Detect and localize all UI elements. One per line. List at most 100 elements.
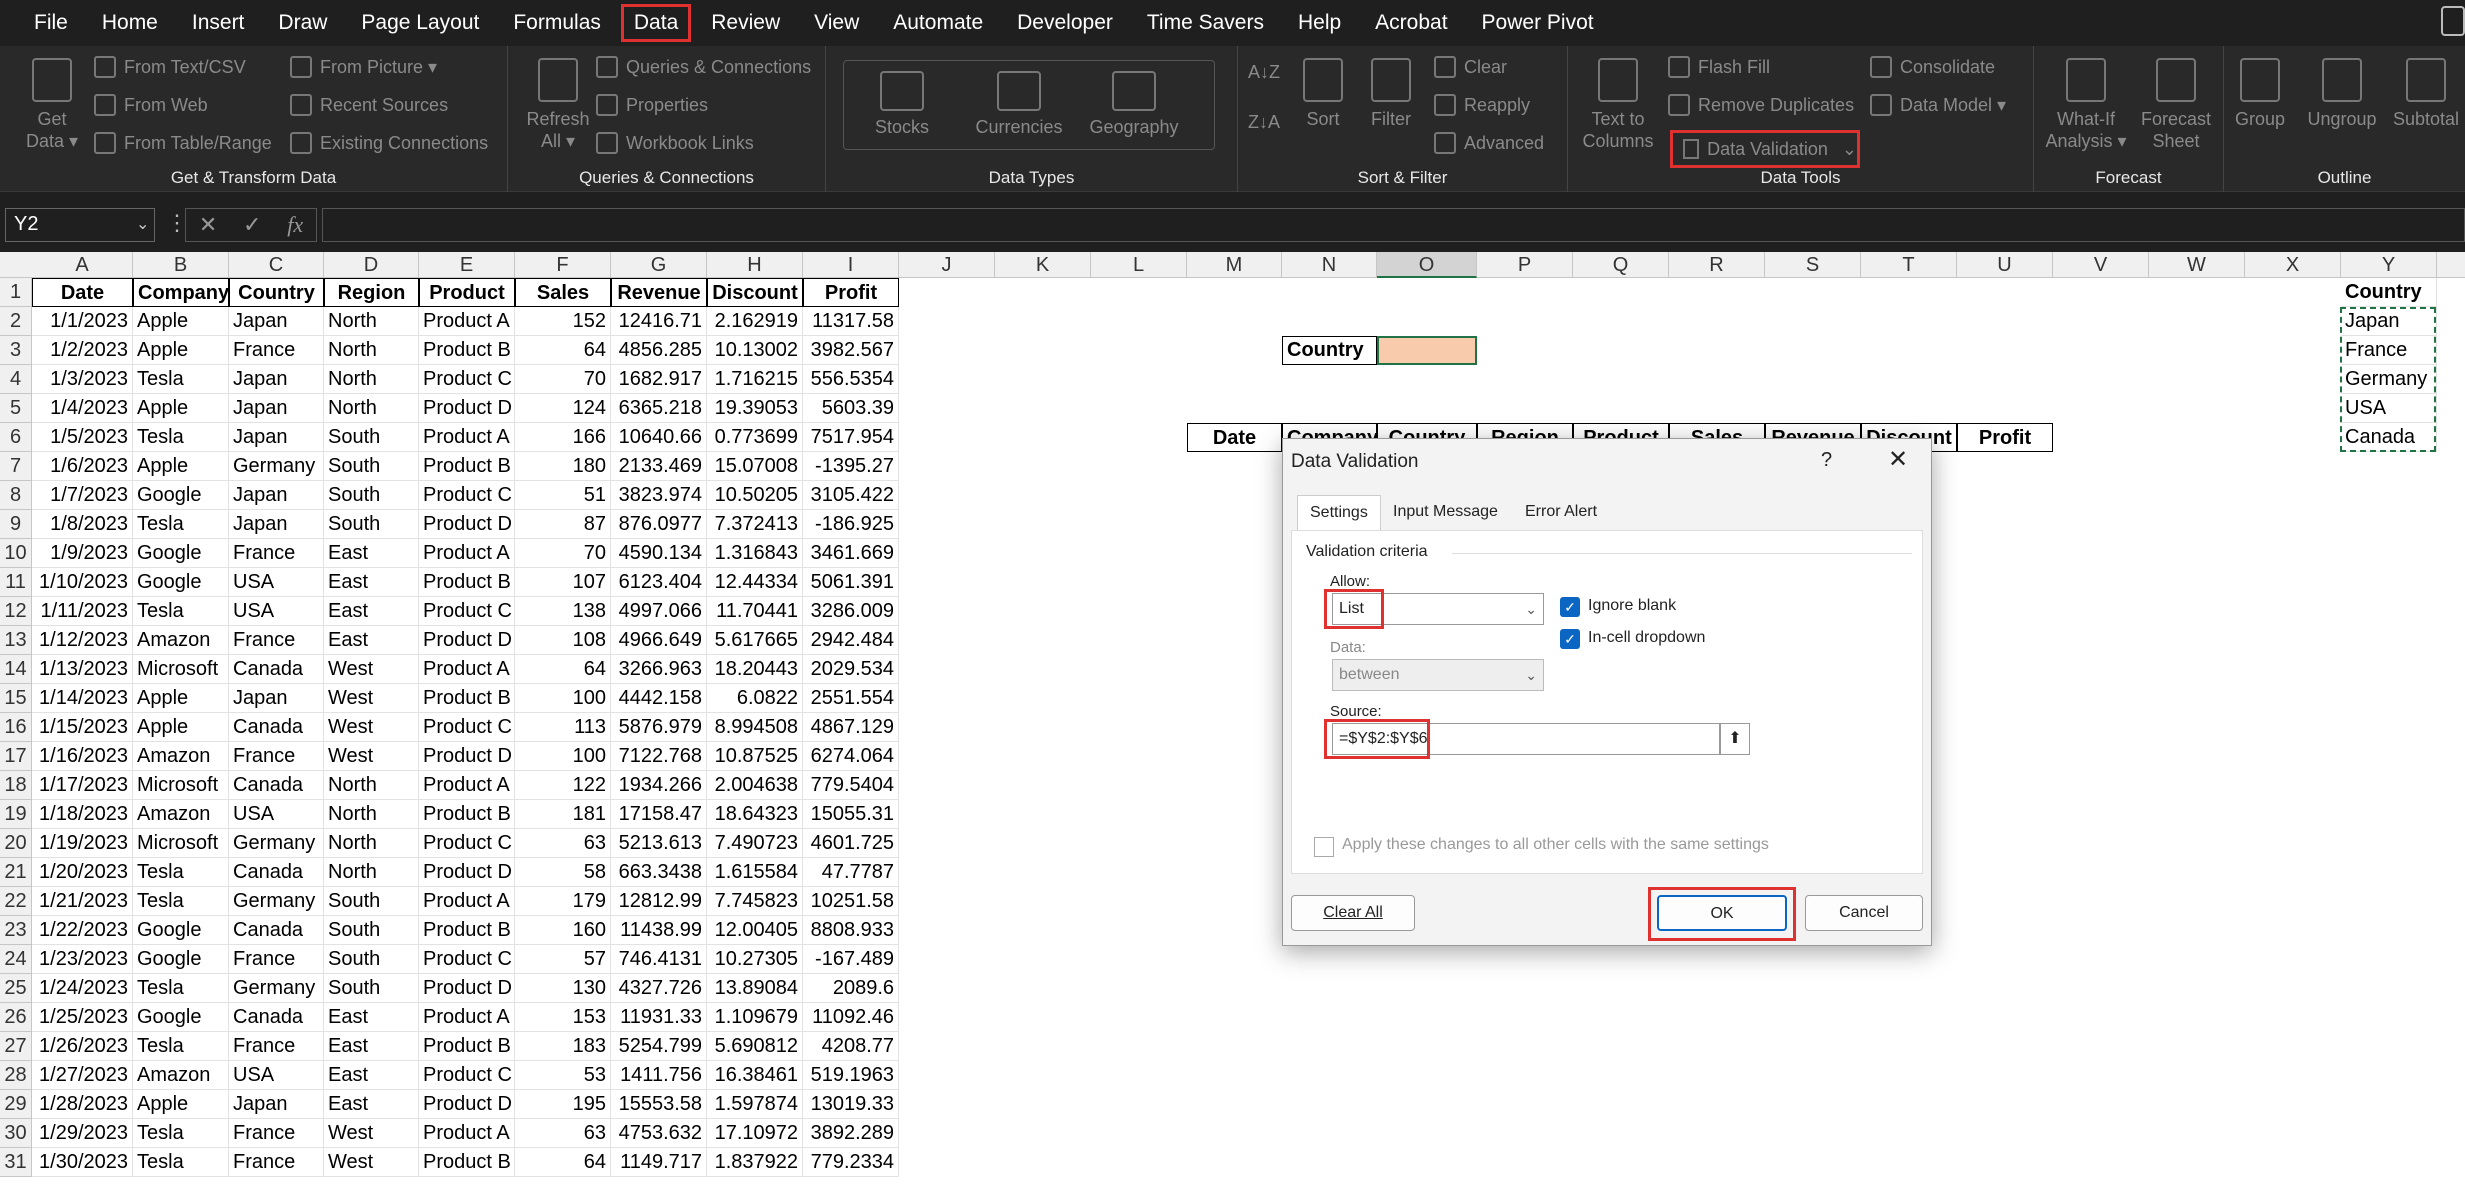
table-cell[interactable]: East [324,1032,419,1061]
text-to-columns-button[interactable]: Text to Columns [1578,58,1658,152]
apply-all-checkbox[interactable] [1314,837,1334,857]
table-cell[interactable]: 4867.129 [803,713,899,742]
table-cell[interactable]: Canada [229,655,324,684]
table-cell[interactable]: 17158.47 [611,800,707,829]
table-cell[interactable]: 2133.469 [611,452,707,481]
row-header[interactable]: 29 [0,1090,32,1119]
table-cell[interactable]: 70 [515,539,611,568]
sort-az-button[interactable]: A↓Z [1248,62,1280,83]
table-cell[interactable]: 1/11/2023 [32,597,133,626]
table-cell[interactable]: 1/10/2023 [32,568,133,597]
table-cell[interactable]: USA [229,568,324,597]
table-cell[interactable]: 179 [515,887,611,916]
cancel-icon[interactable]: ✕ [199,212,217,238]
table-cell[interactable]: Apple [133,336,229,365]
table-cell[interactable]: Microsoft [133,829,229,858]
table-cell[interactable]: 876.0977 [611,510,707,539]
tab-settings[interactable]: Settings [1297,495,1381,531]
table-cell[interactable]: 6123.404 [611,568,707,597]
tab-input-message[interactable]: Input Message [1381,495,1510,531]
table-cell[interactable]: Product D [419,626,515,655]
chevron-down-icon[interactable]: ⌄ [136,214,149,234]
table-cell[interactable]: 779.5404 [803,771,899,800]
table-cell[interactable]: 1.716215 [707,365,803,394]
table-cell[interactable]: 3105.422 [803,481,899,510]
menu-acrobat[interactable]: Acrobat [1361,5,1461,41]
column-header[interactable]: J [899,252,995,278]
get-data-button[interactable]: Get Data ▾ [22,58,82,152]
table-cell[interactable]: 1/8/2023 [32,510,133,539]
queries-connections-button[interactable]: Queries & Connections [596,56,811,78]
table-cell[interactable]: 138 [515,597,611,626]
table-cell[interactable]: 1/25/2023 [32,1003,133,1032]
table-cell[interactable]: 15553.58 [611,1090,707,1119]
table-cell[interactable]: 10640.66 [611,423,707,452]
table-cell[interactable]: Tesla [133,1119,229,1148]
table-cell[interactable]: 47.7787 [803,858,899,887]
row-header[interactable]: 12 [0,597,32,626]
table-cell[interactable]: 4753.632 [611,1119,707,1148]
table-cell[interactable]: Product A [419,887,515,916]
group-button[interactable]: Group [2228,58,2292,130]
table-cell[interactable]: 18.64323 [707,800,803,829]
table-cell[interactable]: Tesla [133,365,229,394]
help-icon[interactable]: ? [1821,449,1832,472]
table-cell[interactable]: 5.617665 [707,626,803,655]
menu-power-pivot[interactable]: Power Pivot [1468,5,1608,41]
from-text-button[interactable]: From Text/CSV [94,56,246,78]
table-cell[interactable]: 1/14/2023 [32,684,133,713]
table-cell[interactable]: Product B [419,568,515,597]
ungroup-button[interactable]: Ungroup [2302,58,2382,130]
table-cell[interactable]: 12.00405 [707,916,803,945]
table-header[interactable]: Region [324,278,419,307]
column-header[interactable]: P [1477,252,1573,278]
table-cell[interactable]: West [324,684,419,713]
table-cell[interactable]: -186.925 [803,510,899,539]
table-cell[interactable]: 113 [515,713,611,742]
table-cell[interactable]: 4327.726 [611,974,707,1003]
table-header[interactable]: Product [419,278,515,307]
table-cell[interactable]: 519.1963 [803,1061,899,1090]
table-cell[interactable]: North [324,394,419,423]
table-cell[interactable]: Apple [133,394,229,423]
table-cell[interactable]: Product B [419,1032,515,1061]
table-cell[interactable]: Tesla [133,887,229,916]
table-cell[interactable]: 1/29/2023 [32,1119,133,1148]
what-if-button[interactable]: What-If Analysis ▾ [2044,58,2128,152]
row-header[interactable]: 13 [0,626,32,655]
table-cell[interactable]: Product A [419,1119,515,1148]
table-cell[interactable]: Canada [229,916,324,945]
table-cell[interactable]: 1/26/2023 [32,1032,133,1061]
table-cell[interactable]: 181 [515,800,611,829]
table-cell[interactable]: Japan [229,307,324,336]
formula-input[interactable] [322,208,2465,242]
table-cell[interactable]: Japan [229,365,324,394]
table-cell[interactable]: 1/15/2023 [32,713,133,742]
table-header[interactable]: Discount [707,278,803,307]
table-cell[interactable]: 1/30/2023 [32,1148,133,1177]
column-header[interactable]: I [803,252,899,278]
table-cell[interactable]: 5876.979 [611,713,707,742]
table-cell[interactable]: Product C [419,945,515,974]
table-cell[interactable]: Product A [419,1003,515,1032]
table-cell[interactable]: 53 [515,1061,611,1090]
table-cell[interactable]: Product A [419,307,515,336]
table-cell[interactable]: 1/2/2023 [32,336,133,365]
table-cell[interactable]: 10.87525 [707,742,803,771]
table-cell[interactable]: 122 [515,771,611,800]
table-cell[interactable]: Japan [229,481,324,510]
table-cell[interactable]: 3286.009 [803,597,899,626]
row-header[interactable]: 28 [0,1061,32,1090]
table-cell[interactable]: Product C [419,481,515,510]
table-cell[interactable]: 64 [515,655,611,684]
country-label-cell[interactable]: Country [1282,336,1377,365]
table-header[interactable]: Sales [515,278,611,307]
summary-table-header[interactable]: Date [1187,423,1282,452]
table-cell[interactable]: 1/4/2023 [32,394,133,423]
table-cell[interactable]: 15.07008 [707,452,803,481]
table-cell[interactable]: 4856.285 [611,336,707,365]
table-cell[interactable]: Product A [419,771,515,800]
table-cell[interactable]: Product C [419,829,515,858]
clear-button[interactable]: Clear [1434,56,1507,78]
table-cell[interactable]: 2942.484 [803,626,899,655]
